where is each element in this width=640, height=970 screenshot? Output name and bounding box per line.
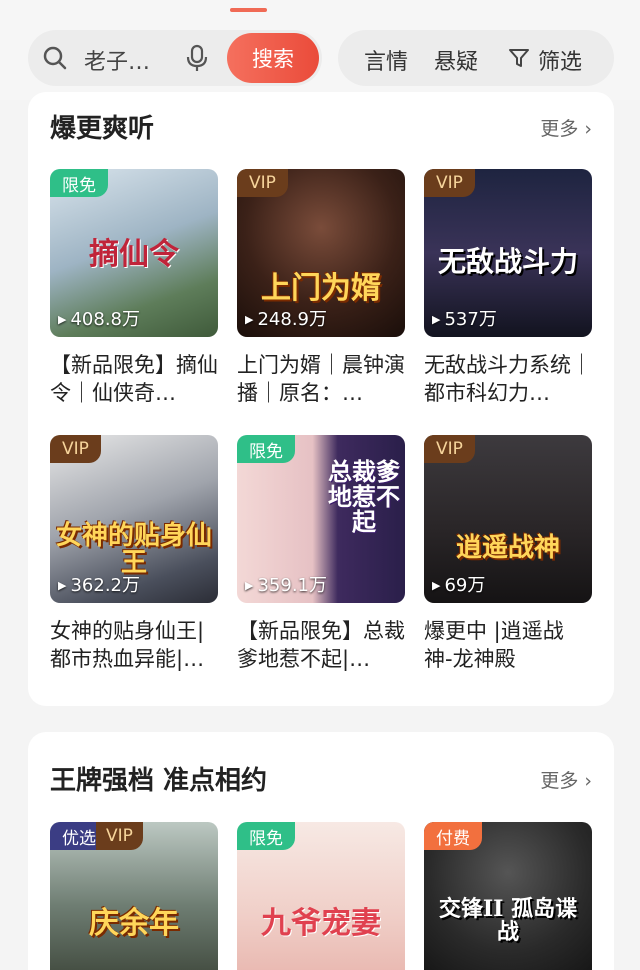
filter-button[interactable]: 筛选: [538, 44, 582, 76]
book-title: 无敌战斗力系统｜都市科幻力…: [424, 353, 592, 405]
play-count: 248.9万: [245, 305, 327, 331]
free-badge: 限免: [50, 169, 108, 197]
book-card[interactable]: 付费 交锋II 孤岛谍战: [424, 822, 592, 970]
book-cover: VIP 逍遥战神 69万: [424, 435, 592, 603]
book-cover: 付费 交锋II 孤岛谍战: [424, 822, 592, 970]
book-title: 爆更中 |逍遥战神-龙神殿: [424, 619, 564, 671]
section-hot-updates: 爆更爽听 更多 › 限免 摘仙令 408.8万 【新品限免】摘仙令｜仙侠奇… V…: [28, 92, 614, 706]
book-cover: 限免 总裁爹地惹不起 359.1万: [237, 435, 405, 603]
cover-text: 摘仙令: [89, 237, 179, 272]
tab-indicator: [230, 8, 267, 12]
book-card[interactable]: VIP 逍遥战神 69万 爆更中 |逍遥战神-龙神殿: [424, 435, 592, 673]
vip-badge: VIP: [50, 435, 101, 463]
book-cover: VIP 无敌战斗力 537万: [424, 169, 592, 337]
book-card[interactable]: 限免 九爷宠妻: [237, 822, 405, 970]
section-title: 王牌强档 准点相约: [50, 766, 268, 796]
more-link[interactable]: 更多 ›: [540, 114, 592, 141]
book-card[interactable]: 优选 VIP 庆余年: [50, 822, 218, 970]
cover-text: 交锋II 孤岛谍战: [438, 896, 578, 946]
chip-suspense[interactable]: 悬疑: [434, 44, 478, 76]
cover-text: 上门为婿: [261, 271, 381, 306]
book-card[interactable]: VIP 上门为婿 248.9万 上门为婿｜晨钟演播｜原名：…: [237, 169, 405, 407]
vip-badge: VIP: [424, 169, 475, 197]
book-card[interactable]: VIP 女神的贴身仙王 362.2万 女神的贴身仙王|都市热血异能|…: [50, 435, 218, 673]
free-badge: 限免: [237, 822, 295, 850]
top-bar: 老子… 搜索 言情 悬疑 筛选: [0, 0, 640, 100]
paid-badge: 付费: [424, 822, 482, 850]
book-cover: 优选 VIP 庆余年: [50, 822, 218, 970]
book-card[interactable]: VIP 无敌战斗力 537万 无敌战斗力系统｜都市科幻力…: [424, 169, 592, 407]
play-count: 408.8万: [58, 305, 140, 331]
search-bar[interactable]: 老子… 搜索: [28, 30, 322, 86]
filter-icon[interactable]: [508, 47, 530, 69]
cover-text: 庆余年: [89, 906, 179, 941]
filter-bar: 言情 悬疑 筛选: [338, 30, 614, 86]
book-card[interactable]: 限免 摘仙令 408.8万 【新品限免】摘仙令｜仙侠奇…: [50, 169, 218, 407]
cover-text: 女神的贴身仙王: [56, 521, 213, 579]
search-icon: [43, 46, 67, 70]
microphone-icon[interactable]: [186, 44, 208, 72]
book-cover: 限免 九爷宠妻: [237, 822, 405, 970]
book-title: 女神的贴身仙王|都市热血异能|…: [50, 619, 205, 671]
search-button[interactable]: 搜索: [227, 33, 319, 83]
cover-text: 九爷宠妻: [261, 906, 381, 941]
section-title: 爆更爽听: [50, 114, 155, 144]
book-title: 上门为婿｜晨钟演播｜原名：…: [237, 353, 405, 405]
play-count: 69万: [432, 571, 485, 597]
cover-text: 总裁爹地惹不起: [328, 457, 400, 537]
book-title: 【新品限免】总裁爹地惹不起|…: [237, 619, 405, 671]
book-cover: VIP 女神的贴身仙王 362.2万: [50, 435, 218, 603]
section-flagship: 王牌强档 准点相约 更多 › 优选 VIP 庆余年 限免 九爷宠妻 付费 交锋I…: [28, 732, 614, 970]
cover-text: 逍遥战神: [455, 533, 560, 563]
book-title: 【新品限免】摘仙令｜仙侠奇…: [50, 353, 218, 405]
vip-badge: VIP: [96, 822, 143, 850]
play-count: 537万: [432, 305, 496, 331]
play-count: 362.2万: [58, 571, 140, 597]
book-cover: 限免 摘仙令 408.8万: [50, 169, 218, 337]
search-input[interactable]: 老子…: [84, 44, 150, 76]
vip-badge: VIP: [237, 169, 288, 197]
chip-romance[interactable]: 言情: [364, 44, 408, 76]
play-count: 359.1万: [245, 571, 327, 597]
cover-text: 无敌战斗力: [437, 245, 578, 278]
vip-badge: VIP: [424, 435, 475, 463]
book-card[interactable]: 限免 总裁爹地惹不起 359.1万 【新品限免】总裁爹地惹不起|…: [237, 435, 405, 673]
more-link[interactable]: 更多 ›: [540, 766, 592, 793]
free-badge: 限免: [237, 435, 295, 463]
book-cover: VIP 上门为婿 248.9万: [237, 169, 405, 337]
